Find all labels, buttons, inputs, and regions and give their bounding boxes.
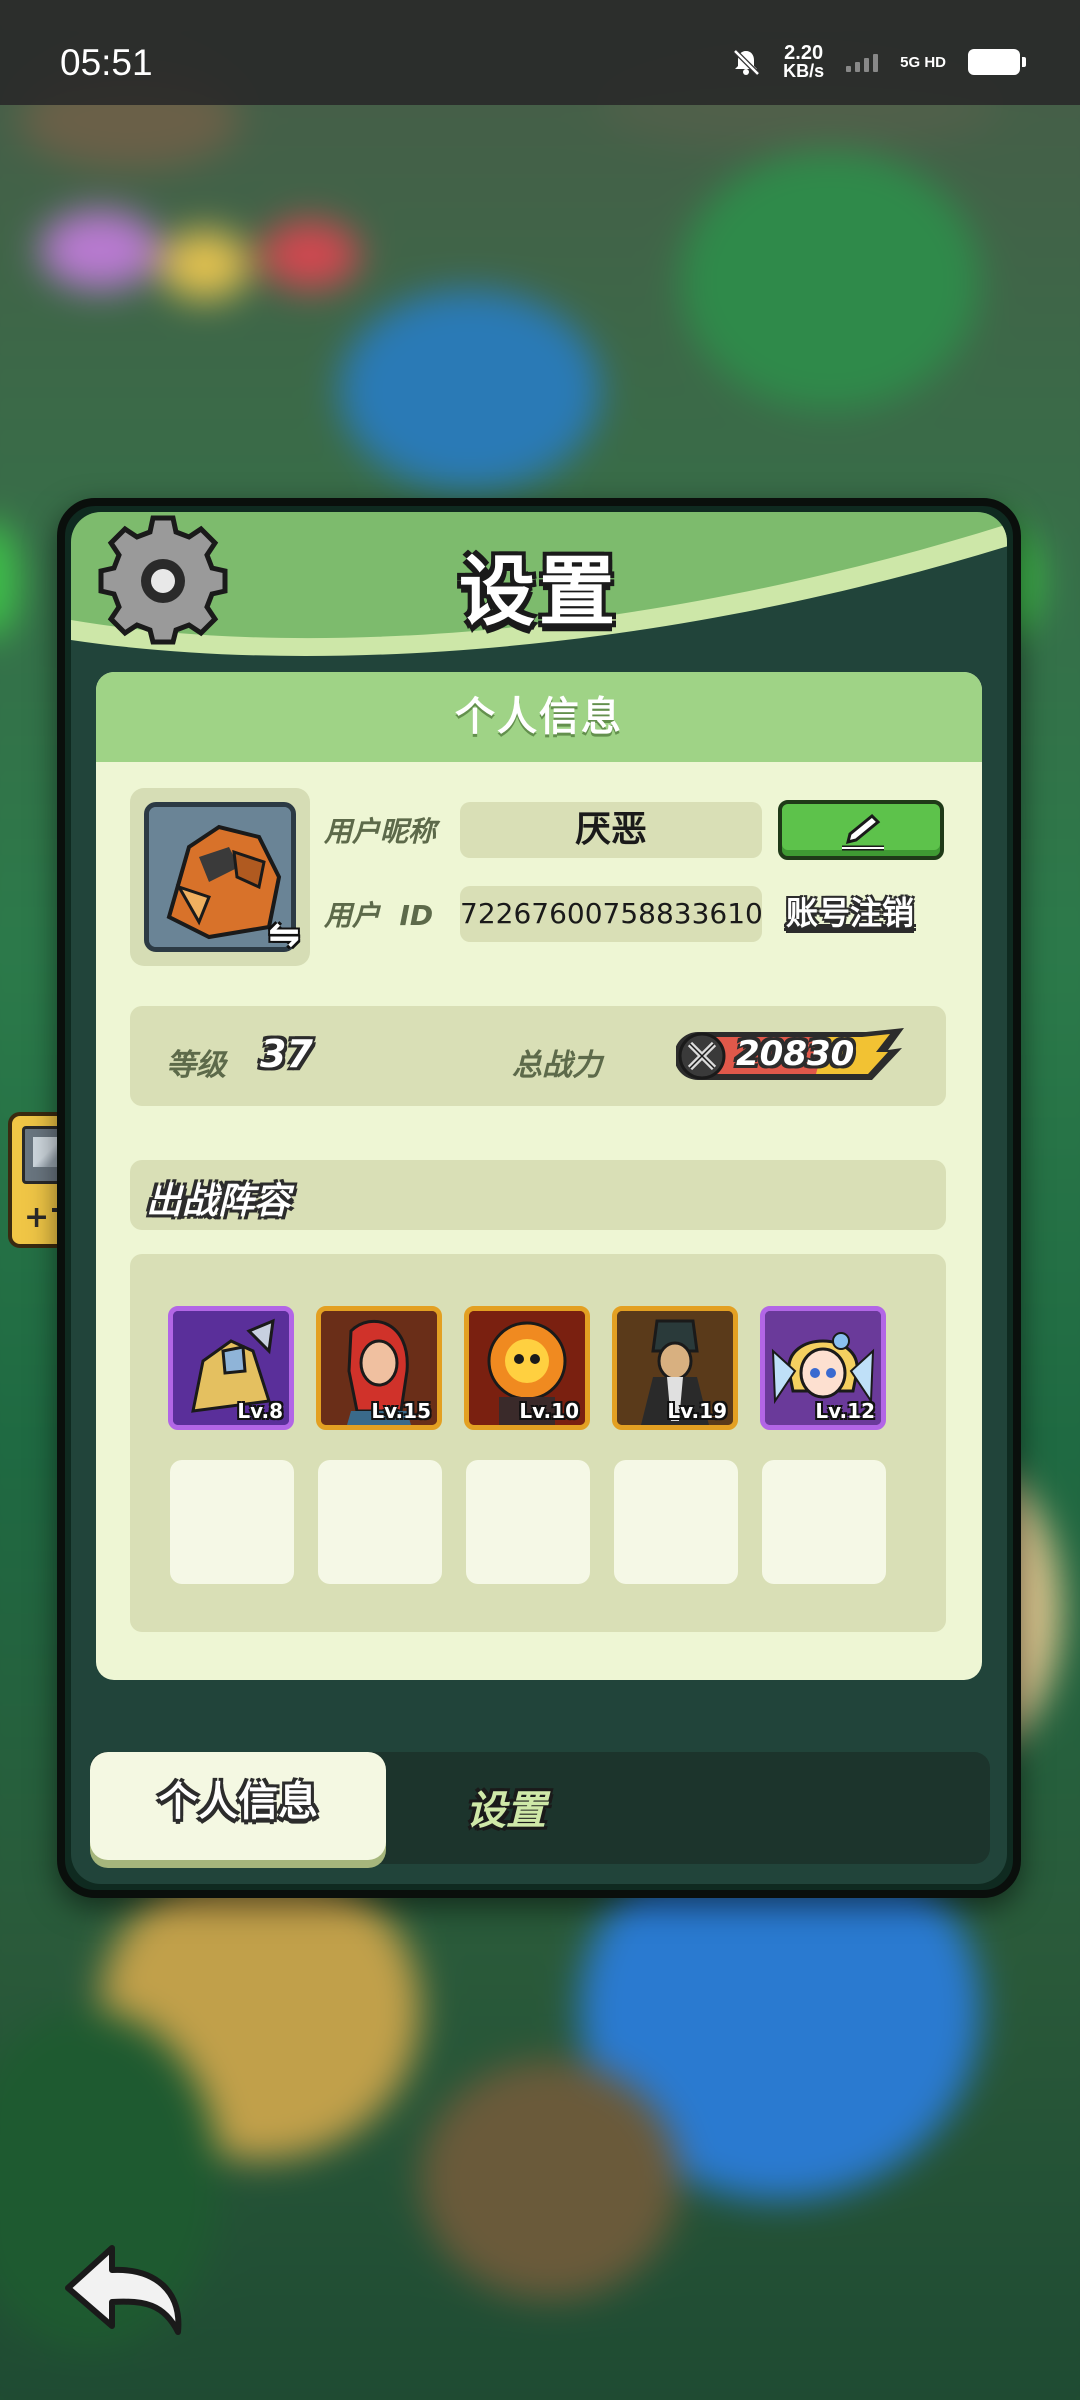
lineup-header: 出战阵容 — [130, 1160, 946, 1230]
back-arrow-icon — [65, 2245, 182, 2335]
signal-icon — [846, 52, 879, 72]
pencil-icon — [842, 813, 884, 851]
hero-level: Lv.10 — [519, 1399, 579, 1423]
back-button[interactable] — [60, 2240, 190, 2340]
tab-bar: 个人信息 设置 — [90, 1752, 990, 1864]
user-id-field: 72267600758833610 — [460, 886, 763, 942]
hero-slot[interactable]: Lv.12 — [760, 1306, 886, 1430]
tab-settings[interactable]: 设置 — [466, 1778, 546, 1836]
dialog-title: 设置 — [459, 547, 619, 636]
empty-hero-slot[interactable] — [614, 1460, 738, 1584]
battery-icon — [968, 49, 1026, 75]
power-value: 20830 — [736, 1034, 855, 1074]
user-id-label: 用户 ID — [324, 899, 434, 932]
lineup-panel: Lv.8 Lv.15 Lv.10 Lv.19 Lv.12 — [130, 1254, 946, 1632]
edit-nickname-button[interactable] — [778, 800, 944, 860]
empty-hero-slot[interactable] — [466, 1460, 590, 1584]
tab-profile[interactable]: 个人信息 — [90, 1752, 386, 1860]
swap-icon: ⇋ — [268, 912, 300, 956]
profile-section-title: 个人信息 — [96, 672, 982, 762]
power-badge: 20830 — [676, 1028, 908, 1084]
hero-slot[interactable]: Lv.15 — [316, 1306, 442, 1430]
status-time: 05:51 — [60, 42, 153, 83]
cancel-account-link[interactable]: 账号注销 — [786, 888, 914, 934]
level-value: 37 — [260, 1032, 313, 1076]
nickname-label: 用户昵称 — [324, 815, 437, 848]
empty-hero-slot[interactable] — [318, 1460, 442, 1584]
bell-muted-icon — [731, 47, 761, 77]
empty-hero-slot[interactable] — [762, 1460, 886, 1584]
dialog-header: 设置 — [71, 512, 1007, 662]
hero-level: Lv.19 — [667, 1399, 727, 1423]
lineup-title: 出战阵容 — [146, 1181, 291, 1222]
network-type-label: 5G HD — [900, 53, 946, 71]
hero-level: Lv.12 — [815, 1399, 875, 1423]
profile-card: 个人信息 ⇋ 用户昵称 厌恶 用户 ID 72267600758833610 账… — [96, 672, 982, 1680]
hero-slot[interactable]: Lv.10 — [464, 1306, 590, 1430]
hero-slot[interactable]: Lv.19 — [612, 1306, 738, 1430]
avatar[interactable]: ⇋ — [130, 788, 310, 966]
stats-bar: 等级 37 总战力 20830 — [130, 1006, 946, 1106]
hero-slot[interactable]: Lv.8 — [168, 1306, 294, 1430]
status-bar: 05:51 2.20 KB/s 5G HD — [0, 0, 1080, 105]
hero-level: Lv.8 — [237, 1399, 283, 1423]
empty-hero-slot[interactable] — [170, 1460, 294, 1584]
level-label: 等级 — [166, 1048, 226, 1083]
power-label: 总战力 — [512, 1048, 602, 1083]
net-speed: 2.20 KB/s — [783, 42, 825, 81]
hero-level: Lv.15 — [371, 1399, 431, 1423]
nickname-field: 厌恶 — [460, 802, 762, 858]
